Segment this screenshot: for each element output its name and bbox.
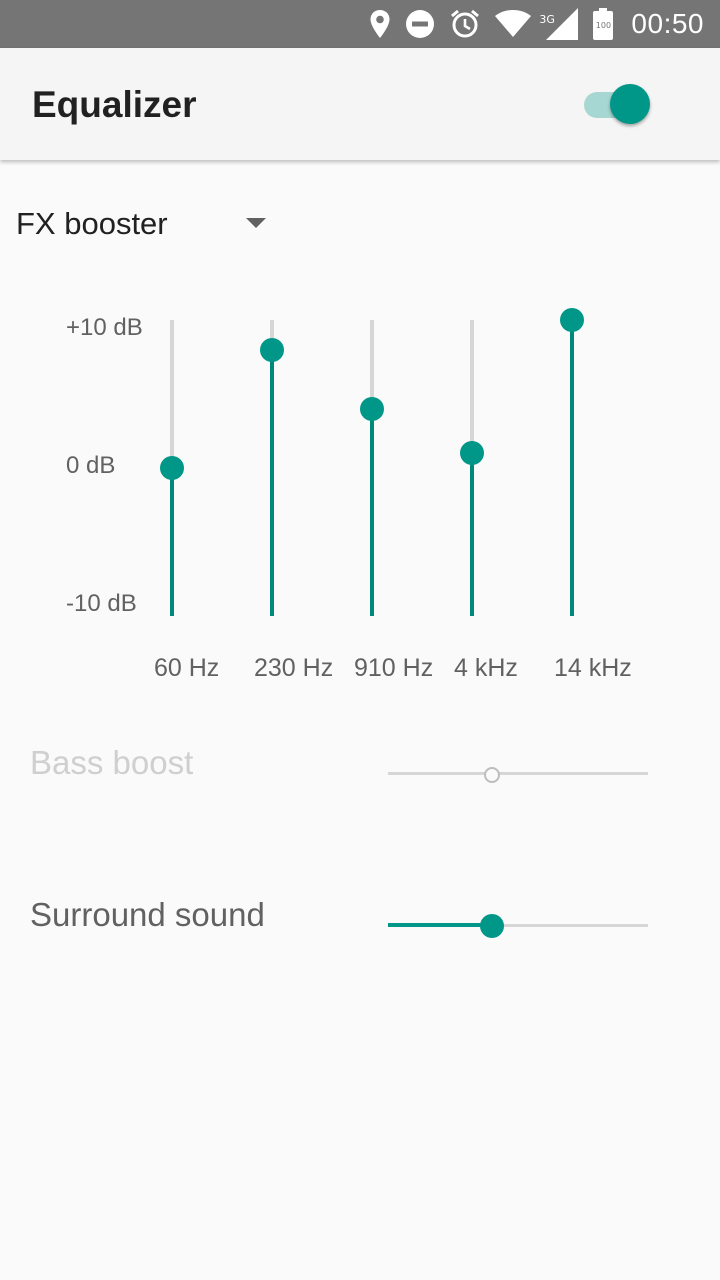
band-slider-thumb[interactable] [360,397,384,421]
band-slider-thumb[interactable] [160,456,184,480]
bass-boost-setting: Bass boost [0,724,720,804]
surround-sound-slider[interactable] [388,914,648,938]
bass-boost-label: Bass boost [30,744,194,781]
band-slider-thumb[interactable] [460,441,484,465]
slider-rail [388,772,648,775]
surround-sound-label: Surround sound [30,896,265,933]
band-frequency-label: 230 Hz [254,654,334,682]
band-fill [170,468,174,616]
band-frequency-label: 14 kHz [554,654,632,682]
slider-knob[interactable] [480,914,504,938]
db-label-min: -10 dB [66,590,137,617]
slider-knob[interactable] [484,767,500,783]
band-fill [270,350,274,616]
band-fill [570,320,574,616]
equalizer-bands: +10 dB 0 dB -10 dB 60 Hz 230 Hz 910 Hz 4 kH… [0,0,720,720]
band-slider-thumb[interactable] [260,338,284,362]
band-fill [470,453,474,616]
band-frequency-label: 4 kHz [454,654,518,682]
db-label-max: +10 dB [66,314,143,341]
band-slider-thumb[interactable] [560,308,584,332]
surround-sound-setting: Surround sound [0,876,720,956]
bass-boost-slider[interactable] [388,762,648,786]
band-fill [370,409,374,616]
db-label-zero: 0 dB [66,452,116,479]
slider-active-track [388,923,492,927]
band-frequency-label: 910 Hz [354,654,434,682]
band-frequency-label: 60 Hz [154,654,220,682]
